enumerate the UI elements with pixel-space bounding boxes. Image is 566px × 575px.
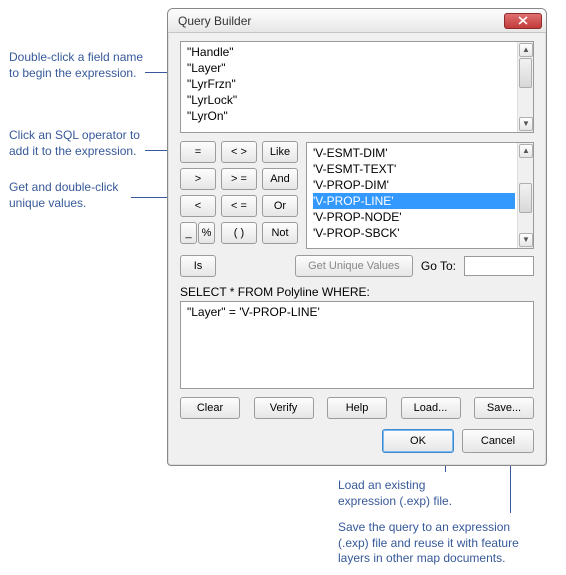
field-item[interactable]: "LyrFrzn" <box>187 76 515 92</box>
cancel-button[interactable]: Cancel <box>462 429 534 453</box>
op-like[interactable]: Like <box>262 141 298 163</box>
scroll-thumb[interactable] <box>519 58 532 88</box>
field-item[interactable]: "LyrOn" <box>187 108 515 124</box>
titlebar[interactable]: Query Builder <box>168 9 546 33</box>
op-gte[interactable]: > = <box>221 168 257 190</box>
value-item-selected[interactable]: 'V-PROP-LINE' <box>313 193 515 209</box>
value-item[interactable]: 'V-PROP-NODE' <box>313 209 515 225</box>
scroll-thumb[interactable] <box>519 183 532 213</box>
op-equals[interactable]: = <box>180 141 216 163</box>
value-item[interactable]: 'V-ESMT-TEXT' <box>313 161 515 177</box>
close-button[interactable] <box>504 13 542 29</box>
scrollbar[interactable]: ▲ ▼ <box>517 143 533 248</box>
value-item[interactable]: 'V-ESMT-DIM' <box>313 145 515 161</box>
op-is[interactable]: Is <box>180 255 216 277</box>
field-item[interactable]: "Handle" <box>187 44 515 60</box>
fields-listbox[interactable]: "Handle" "Layer" "LyrFrzn" "LyrLock" "Ly… <box>180 41 534 133</box>
op-lt[interactable]: < <box>180 195 216 217</box>
annotation-values: Get and double-click unique values. <box>9 180 118 211</box>
annotation-fields: Double-click a field name to begin the e… <box>9 50 143 81</box>
value-item[interactable]: 'V-PROP-DIM' <box>313 177 515 193</box>
op-gt[interactable]: > <box>180 168 216 190</box>
load-button[interactable]: Load... <box>401 397 461 419</box>
goto-label: Go To: <box>421 259 456 273</box>
op-or[interactable]: Or <box>262 195 298 217</box>
window-title: Query Builder <box>178 14 504 28</box>
expression-textarea[interactable]: "Layer" = 'V-PROP-LINE' <box>180 301 534 389</box>
close-icon <box>518 16 528 25</box>
clear-button[interactable]: Clear <box>180 397 240 419</box>
query-builder-dialog: Query Builder "Handle" "Layer" "LyrFrzn"… <box>167 8 547 466</box>
annotation-operators: Click an SQL operator to add it to the e… <box>9 128 140 159</box>
expression-text: "Layer" = 'V-PROP-LINE' <box>187 305 320 319</box>
ok-button[interactable]: OK <box>382 429 454 453</box>
verify-button[interactable]: Verify <box>254 397 314 419</box>
field-item[interactable]: "Layer" <box>187 60 515 76</box>
select-from-label: SELECT * FROM Polyline WHERE: <box>180 285 534 299</box>
op-not-equals[interactable]: < > <box>221 141 257 163</box>
help-button[interactable]: Help <box>327 397 387 419</box>
field-item[interactable]: "LyrLock" <box>187 92 515 108</box>
op-percent[interactable]: % <box>198 222 215 244</box>
scrollbar[interactable]: ▲ ▼ <box>517 42 533 132</box>
op-lte[interactable]: < = <box>221 195 257 217</box>
value-item[interactable]: 'V-PROP-SBCK' <box>313 225 515 241</box>
op-paren[interactable]: ( ) <box>221 222 257 244</box>
save-button[interactable]: Save... <box>474 397 534 419</box>
op-not[interactable]: Not <box>262 222 298 244</box>
scroll-up-icon[interactable]: ▲ <box>519 144 533 158</box>
annotation-load: Load an existing expression (.exp) file. <box>338 478 452 509</box>
goto-input[interactable] <box>464 256 534 276</box>
values-listbox[interactable]: 'V-ESMT-DIM' 'V-ESMT-TEXT' 'V-PROP-DIM' … <box>306 142 534 249</box>
op-underscore[interactable]: _ <box>180 222 197 244</box>
scroll-down-icon[interactable]: ▼ <box>519 117 533 131</box>
scroll-up-icon[interactable]: ▲ <box>519 43 533 57</box>
op-and[interactable]: And <box>262 168 298 190</box>
get-unique-values-button[interactable]: Get Unique Values <box>295 255 413 277</box>
annotation-save: Save the query to an expression (.exp) f… <box>338 520 519 567</box>
operator-grid: = < > Like > > = And < < = Or _ % ( ) No… <box>180 141 298 249</box>
scroll-down-icon[interactable]: ▼ <box>519 233 533 247</box>
